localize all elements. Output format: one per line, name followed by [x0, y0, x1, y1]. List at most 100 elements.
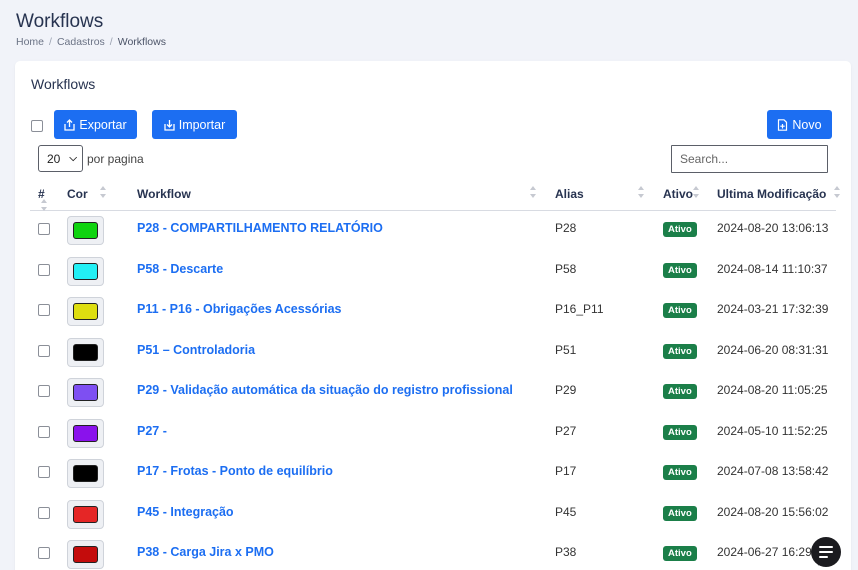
row-checkbox[interactable]	[38, 547, 50, 559]
column-header-workflow[interactable]: Workflow	[137, 187, 191, 201]
sort-icon[interactable]	[100, 186, 106, 200]
color-swatch	[67, 337, 104, 367]
workflow-link[interactable]: P17 - Frotas - Ponto de equilíbrio	[137, 464, 333, 478]
alias-cell: P28	[555, 221, 577, 235]
alias-cell: P45	[555, 504, 577, 519]
workflows-card: Workflows Exportar Importar Novo 20 ⌵ po…	[15, 61, 851, 570]
modified-cell: 2024-08-20 15:56:02	[717, 504, 829, 519]
status-badge: Ativo	[663, 424, 697, 440]
workflow-link[interactable]: P11 - P16 - Obrigações Acessórias	[137, 302, 342, 316]
alias-cell: P16_P11	[555, 302, 604, 316]
color-chip	[73, 262, 98, 280]
workflow-link[interactable]: P38 - Carga Jira x PMO	[137, 545, 274, 559]
color-chip	[73, 505, 98, 523]
breadcrumb-separator: /	[109, 36, 113, 48]
status-badge: Ativo	[663, 303, 697, 318]
color-chip	[73, 343, 98, 361]
workflow-link[interactable]: P58 - Descarte	[137, 262, 223, 276]
status-badge: Ativo	[663, 505, 697, 521]
breadcrumb-home[interactable]: Home	[16, 36, 44, 48]
workflow-link[interactable]: P28 - COMPARTILHAMENTO RELATÓRIO	[137, 221, 383, 235]
row-checkbox[interactable]	[38, 506, 50, 519]
workflow-link[interactable]: P27 -	[137, 424, 167, 438]
search-input[interactable]: Search...	[671, 145, 828, 173]
export-button[interactable]: Exportar	[54, 110, 137, 139]
page-title: Workflows	[16, 11, 104, 32]
color-swatch	[67, 418, 104, 448]
table-row: P58 - Descarte P58 Ativo 2024-08-14 11:1…	[30, 256, 836, 298]
workflow-link[interactable]: P29 - Validação automática da situação d…	[137, 383, 513, 397]
sort-icon[interactable]	[834, 186, 840, 200]
table-row: P17 - Frotas - Ponto de equilíbrio P17 A…	[30, 459, 836, 500]
card-title: Workflows	[31, 76, 96, 92]
import-button[interactable]: Importar	[152, 110, 237, 139]
sort-icon[interactable]	[693, 186, 699, 200]
table-row: P51 – Controladoria P51 Ativo 2024-06-20…	[30, 337, 836, 379]
alias-cell: P27	[555, 423, 577, 438]
breadcrumb: Home / Cadastros / Workflows	[16, 36, 166, 48]
modified-cell: 2024-08-20 11:05:25	[717, 383, 828, 397]
status-badge: Ativo	[663, 343, 697, 359]
breadcrumb-cadastros[interactable]: Cadastros	[57, 36, 105, 48]
table-row: P38 - Carga Jira x PMO P38 Ativo 2024-06…	[30, 540, 836, 570]
per-page-select[interactable]: 20 ⌵	[38, 145, 83, 172]
color-chip	[73, 465, 98, 482]
color-chip	[73, 424, 98, 442]
alias-cell: P38	[555, 545, 577, 559]
file-plus-icon	[778, 118, 788, 131]
table-row: P11 - P16 - Obrigações Acessórias P16_P1…	[30, 297, 836, 338]
modified-cell: 2024-07-08 13:58:42	[717, 464, 829, 478]
modified-cell: 2024-03-21 17:32:39	[717, 302, 829, 316]
table-row: P45 - Integração P45 Ativo 2024-08-20 15…	[30, 499, 836, 541]
per-page-value: 20	[47, 151, 61, 166]
alias-cell: P29	[555, 383, 577, 397]
download-icon	[164, 119, 175, 131]
chevron-down-icon: ⌵	[69, 153, 77, 164]
color-swatch	[67, 378, 104, 407]
column-header-alias[interactable]: Alias	[555, 187, 584, 201]
alias-cell: P17	[555, 464, 577, 478]
chat-icon[interactable]	[811, 537, 841, 567]
color-swatch	[67, 216, 104, 245]
status-badge: Ativo	[663, 384, 697, 399]
select-all-checkbox[interactable]	[31, 120, 43, 132]
status-badge: Ativo	[663, 546, 697, 561]
color-chip	[73, 384, 98, 401]
upload-icon	[64, 118, 76, 131]
sort-icon[interactable]	[638, 186, 644, 200]
column-header-active[interactable]: Ativo	[663, 187, 693, 201]
new-label: Novo	[792, 117, 822, 132]
alias-cell: P51	[555, 342, 577, 357]
row-checkbox[interactable]	[38, 385, 50, 397]
breadcrumb-current: Workflows	[117, 36, 166, 48]
table-header: # Cor Workflow Alias Ativo Ultima Modifi…	[30, 183, 840, 211]
column-header-last-modified[interactable]: Ultima Modificação	[717, 187, 826, 201]
per-page-control: 20 ⌵ por pagina	[38, 145, 144, 172]
workflow-link[interactable]: P51 – Controladoria	[137, 343, 255, 357]
modified-cell: 2024-08-14 11:10:37	[717, 261, 828, 276]
new-workflow-button[interactable]: Novo	[767, 110, 832, 139]
import-label: Importar	[178, 117, 226, 132]
color-chip	[73, 546, 98, 563]
modified-cell: 2024-08-20 13:06:13	[717, 221, 829, 235]
per-page-label: por pagina	[87, 151, 144, 166]
row-checkbox[interactable]	[38, 304, 50, 316]
row-checkbox[interactable]	[38, 425, 50, 438]
export-label: Exportar	[79, 117, 127, 132]
column-header-color[interactable]: Cor	[67, 187, 88, 201]
breadcrumb-separator: /	[49, 36, 52, 48]
workflow-link[interactable]: P45 - Integração	[137, 505, 234, 519]
color-swatch	[67, 256, 104, 286]
row-checkbox[interactable]	[38, 223, 50, 235]
color-swatch	[67, 540, 104, 569]
sort-icon[interactable]	[41, 199, 47, 211]
sort-icon[interactable]	[530, 186, 536, 200]
color-swatch	[67, 499, 104, 529]
alias-cell: P58	[555, 261, 577, 276]
status-badge: Ativo	[663, 465, 697, 480]
row-checkbox[interactable]	[38, 263, 50, 276]
row-checkbox[interactable]	[38, 344, 50, 357]
row-checkbox[interactable]	[38, 466, 50, 478]
table-row: P28 - COMPARTILHAMENTO RELATÓRIO P28 Ati…	[30, 216, 836, 257]
color-swatch	[67, 297, 104, 326]
